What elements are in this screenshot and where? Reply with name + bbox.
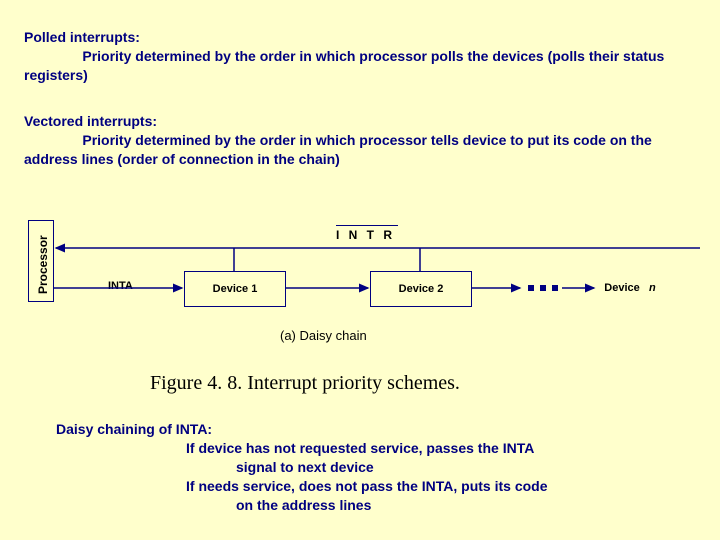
polled-title: Polled interrupts: [24,29,140,45]
inta-label: INTA [108,280,133,292]
vectored-title: Vectored interrupts: [24,113,157,129]
polled-interrupts-text: Polled interrupts: Priority determined b… [24,28,684,85]
daisy-line3: If needs service, does not pass the INTA… [56,477,676,496]
diagram-caption: (a) Daisy chain [280,328,367,343]
figure-title: Figure 4. 8. Interrupt priority schemes. [150,372,460,395]
device-n-box: Device n [590,271,670,305]
daisy-text: Daisy chaining of INTA: If device has no… [56,420,676,514]
polled-body: Priority determined by the order in whic… [24,48,664,83]
device-1-box: Device 1 [184,271,286,307]
daisy-line4: on the address lines [56,496,676,515]
daisy-title: Daisy chaining of INTA: [56,421,212,437]
processor-label: Processor [36,235,50,294]
device-2-label: Device 2 [399,283,444,295]
daisy-line2: signal to next device [56,458,676,477]
device-1-label: Device 1 [213,283,258,295]
daisy-line1: If device has not requested service, pas… [56,439,676,458]
intr-label: I N T R [336,228,395,242]
device-n-n: n [649,282,656,294]
device-2-box: Device 2 [370,271,472,307]
vectored-interrupts-text: Vectored interrupts: Priority determined… [24,112,684,169]
vectored-body: Priority determined by the order in whic… [24,132,652,167]
intr-overline [336,225,398,226]
device-n-label: Device [604,282,639,294]
